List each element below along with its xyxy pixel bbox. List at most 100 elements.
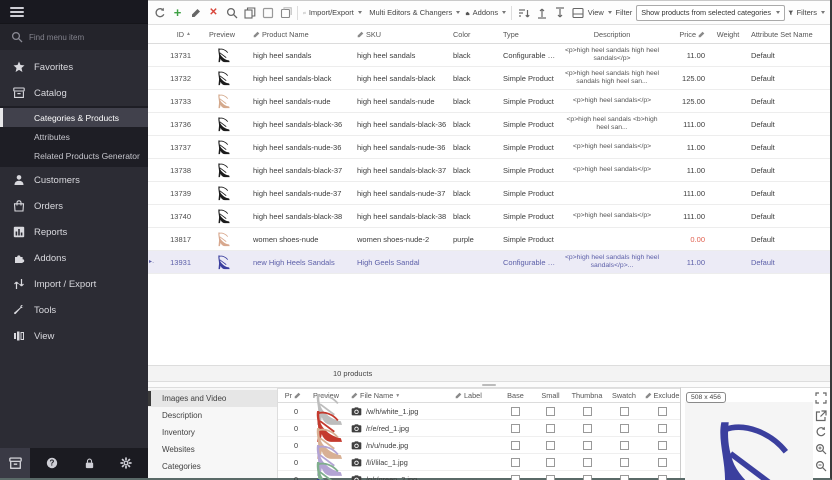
column-header-preview[interactable]: Preview: [194, 30, 250, 39]
table-row[interactable]: 13736 high heel sandals-black-36 high he…: [148, 113, 830, 136]
tab-inventory[interactable]: Inventory: [148, 424, 277, 441]
exclude-checkbox[interactable]: [642, 407, 682, 416]
sidebar-item-tools[interactable]: Tools: [0, 297, 148, 323]
small-checkbox[interactable]: [533, 424, 568, 433]
sort-button[interactable]: [515, 4, 532, 22]
table-row[interactable]: 13731 high heel sandals high heel sandal…: [148, 44, 830, 67]
sidebar-search[interactable]: [0, 24, 148, 50]
tab-images-and-video[interactable]: Images and Video: [148, 390, 277, 407]
tab-description[interactable]: Description: [148, 407, 277, 424]
sidebar-item-related-products-generator[interactable]: Related Products Generator: [0, 146, 148, 165]
column-header-sku[interactable]: SKU: [354, 30, 450, 39]
filters-menu[interactable]: Filters: [786, 4, 827, 22]
tab-categories[interactable]: Categories: [148, 458, 277, 475]
table-row-selected[interactable]: ▸ 13931 new High Heels Sandals High Geel…: [148, 251, 830, 274]
table-row[interactable]: 13739 high heel sandals-nude-37 high hee…: [148, 182, 830, 205]
column-header-exclude[interactable]: Exclude: [642, 391, 682, 400]
multi-editors-menu[interactable]: Multi Editors & Changers: [365, 4, 462, 22]
column-header-weight[interactable]: Weight: [708, 30, 748, 39]
import-export-menu[interactable]: Import/Export: [301, 4, 364, 22]
sidebar-item-reports[interactable]: Reports: [0, 219, 148, 245]
hamburger-menu-icon[interactable]: [10, 5, 24, 19]
thumbnail-checkbox[interactable]: [568, 458, 606, 467]
column-header-color[interactable]: Color: [450, 30, 500, 39]
column-header-base[interactable]: Base: [498, 391, 533, 400]
small-checkbox[interactable]: [533, 475, 568, 480]
help-icon[interactable]: ?: [37, 448, 67, 478]
lock-icon[interactable]: [74, 448, 104, 478]
column-header-price[interactable]: Price: [664, 30, 708, 39]
column-header-file-name[interactable]: File Name▼: [348, 391, 452, 400]
column-header-product-name[interactable]: Product Name: [250, 30, 354, 39]
rotate-icon[interactable]: [815, 426, 827, 438]
swatch-checkbox[interactable]: [606, 475, 642, 480]
table-row[interactable]: 13733 high heel sandals-nude high heel s…: [148, 90, 830, 113]
view-menu[interactable]: View: [587, 4, 613, 22]
collapse-rows-button[interactable]: [551, 4, 568, 22]
thumbnail-checkbox[interactable]: [568, 407, 606, 416]
copy-button[interactable]: [241, 4, 258, 22]
column-header-attribute-set[interactable]: Attribute Set Name: [748, 30, 830, 39]
column-header-thumbnail[interactable]: Thumbna: [568, 391, 606, 400]
sidebar-item-import-export[interactable]: Import / Export: [0, 271, 148, 297]
fullscreen-icon[interactable]: [815, 392, 827, 404]
sidebar-item-categories-products[interactable]: Categories & Products: [0, 108, 148, 127]
base-checkbox[interactable]: [498, 458, 533, 467]
sidebar-item-addons[interactable]: Addons: [0, 245, 148, 271]
base-checkbox[interactable]: [498, 441, 533, 450]
thumbnail-checkbox[interactable]: [568, 441, 606, 450]
base-checkbox[interactable]: [498, 475, 533, 480]
small-checkbox[interactable]: [533, 441, 568, 450]
column-header-position[interactable]: Pr: [284, 391, 304, 400]
paste-button[interactable]: [277, 4, 294, 22]
sidebar-item-catalog[interactable]: Catalog: [0, 80, 148, 106]
zoom-out-icon[interactable]: [815, 460, 827, 472]
refresh-button[interactable]: [151, 4, 168, 22]
column-header-label[interactable]: Label: [452, 391, 498, 400]
column-header-type[interactable]: Type: [500, 30, 560, 39]
small-checkbox[interactable]: [533, 458, 568, 467]
expand-rows-button[interactable]: [533, 4, 550, 22]
sidebar-item-orders[interactable]: Orders: [0, 193, 148, 219]
table-row[interactable]: 13732 high heel sandals-black high heel …: [148, 67, 830, 90]
panel-layout-button[interactable]: [569, 4, 586, 22]
table-row[interactable]: 13817 women shoes-nude women shoes-nude-…: [148, 228, 830, 251]
table-row[interactable]: 13737 high heel sandals-nude-36 high hee…: [148, 136, 830, 159]
swatch-checkbox[interactable]: [606, 458, 642, 467]
sidebar-item-customers[interactable]: Customers: [0, 167, 148, 193]
exclude-checkbox[interactable]: [642, 441, 682, 450]
swatch-checkbox[interactable]: [606, 424, 642, 433]
thumbnail-checkbox[interactable]: [568, 475, 606, 480]
small-checkbox[interactable]: [533, 407, 568, 416]
column-header-small[interactable]: Small: [533, 391, 568, 400]
store-switcher-button[interactable]: [0, 448, 30, 478]
addons-menu[interactable]: Addons: [463, 4, 508, 22]
add-product-button[interactable]: +: [169, 4, 186, 22]
zoom-in-icon[interactable]: [815, 443, 827, 455]
open-external-icon[interactable]: [815, 410, 827, 422]
checkbox-select-button[interactable]: [259, 4, 276, 22]
gear-icon[interactable]: [111, 448, 141, 478]
column-header-id[interactable]: ID▲: [154, 30, 194, 39]
table-row[interactable]: 13740 high heel sandals-black-38 high he…: [148, 205, 830, 228]
sidebar-item-view[interactable]: View: [0, 323, 148, 349]
menu-search-input[interactable]: [29, 33, 129, 42]
exclude-checkbox[interactable]: [642, 424, 682, 433]
category-filter-select[interactable]: Show products from selected categories: [636, 5, 785, 21]
delete-product-button[interactable]: ✕: [205, 4, 222, 22]
exclude-checkbox[interactable]: [642, 458, 682, 467]
column-header-swatch[interactable]: Swatch: [606, 391, 642, 400]
base-checkbox[interactable]: [498, 407, 533, 416]
exclude-checkbox[interactable]: [642, 475, 682, 480]
sidebar-item-attributes[interactable]: Attributes: [0, 127, 148, 146]
base-checkbox[interactable]: [498, 424, 533, 433]
tab-related-products[interactable]: Related Products: [148, 475, 277, 480]
table-row[interactable]: 13738 high heel sandals-black-37 high he…: [148, 159, 830, 182]
swatch-checkbox[interactable]: [606, 441, 642, 450]
splitter-grip[interactable]: [482, 384, 496, 386]
search-products-button[interactable]: [223, 4, 240, 22]
column-header-description[interactable]: Description: [560, 30, 664, 39]
thumbnail-checkbox[interactable]: [568, 424, 606, 433]
swatch-checkbox[interactable]: [606, 407, 642, 416]
sidebar-item-favorites[interactable]: Favorites: [0, 54, 148, 80]
